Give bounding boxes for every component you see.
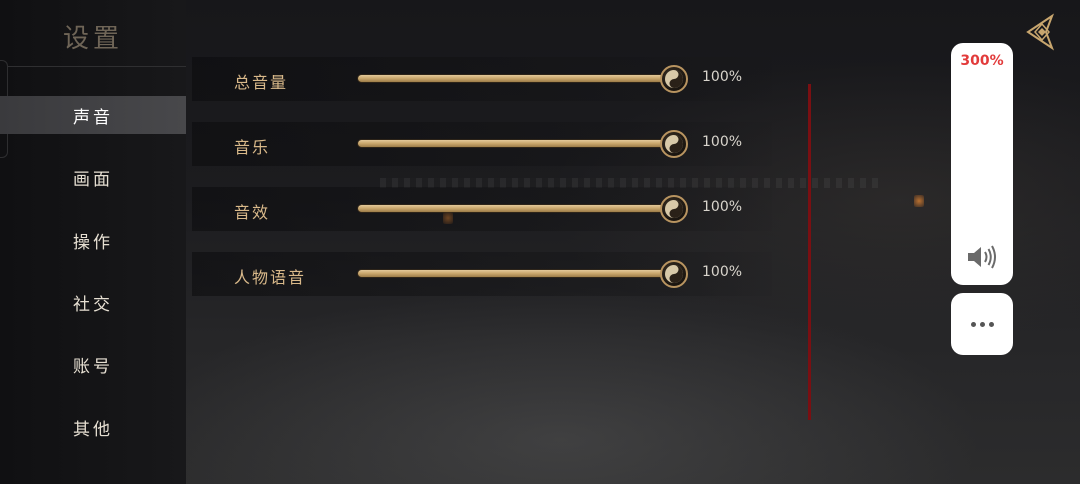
- setting-value: 100%: [702, 69, 743, 85]
- more-dots-icon: [970, 321, 994, 327]
- master-volume-slider[interactable]: [358, 65, 688, 93]
- slider-track: [358, 270, 670, 277]
- background-lantern: [914, 195, 924, 207]
- volume-more-button[interactable]: [951, 293, 1013, 355]
- setting-value: 100%: [702, 199, 743, 215]
- sidebar-item-account[interactable]: 账号: [0, 345, 186, 383]
- slider-track: [358, 140, 670, 147]
- setting-label: 音乐: [234, 138, 271, 157]
- sidebar-item-label: 其他: [73, 419, 113, 440]
- yin-yang-knob-icon[interactable]: [660, 260, 688, 288]
- settings-sidebar: 设置 声音 画面 操作 社交 账号 其他: [0, 0, 186, 484]
- sfx-volume-slider[interactable]: [358, 195, 688, 223]
- sidebar-item-label: 操作: [73, 232, 113, 253]
- setting-label: 音效: [234, 203, 271, 222]
- setting-value: 100%: [702, 134, 743, 150]
- setting-row-music: 音乐 100%: [192, 122, 772, 166]
- sidebar-item-controls[interactable]: 操作: [0, 221, 186, 259]
- setting-label: 总音量: [234, 73, 289, 92]
- setting-row-voice: 人物语音 100%: [192, 252, 772, 296]
- sidebar-item-label: 社交: [73, 294, 113, 315]
- voice-volume-slider[interactable]: [358, 260, 688, 288]
- page-title: 设置: [62, 24, 123, 54]
- sidebar-item-display[interactable]: 画面: [0, 158, 186, 196]
- sidebar-divider: [8, 66, 186, 67]
- setting-label: 人物语音: [234, 268, 307, 287]
- yin-yang-knob-icon[interactable]: [660, 65, 688, 93]
- back-diamond-icon[interactable]: [1022, 12, 1062, 52]
- setting-row-sfx: 音效 100%: [192, 187, 772, 231]
- sidebar-item-social[interactable]: 社交: [0, 283, 186, 321]
- sidebar-item-label: 声音: [73, 107, 113, 128]
- slider-track: [358, 75, 670, 82]
- music-volume-slider[interactable]: [358, 130, 688, 158]
- sidebar-item-label: 画面: [73, 169, 113, 190]
- system-volume-panel[interactable]: 300%: [951, 43, 1013, 285]
- system-volume-percent: 300%: [960, 53, 1004, 69]
- slider-track: [358, 205, 670, 212]
- scrollbar[interactable]: [808, 84, 811, 420]
- sidebar-item-label: 账号: [73, 356, 113, 377]
- sidebar-item-sound[interactable]: 声音: [0, 96, 186, 134]
- yin-yang-knob-icon[interactable]: [660, 195, 688, 223]
- setting-value: 100%: [702, 264, 743, 280]
- speaker-icon[interactable]: [966, 243, 998, 271]
- yin-yang-knob-icon[interactable]: [660, 130, 688, 158]
- setting-row-master-volume: 总音量 100%: [192, 57, 772, 101]
- sidebar-item-other[interactable]: 其他: [0, 408, 186, 446]
